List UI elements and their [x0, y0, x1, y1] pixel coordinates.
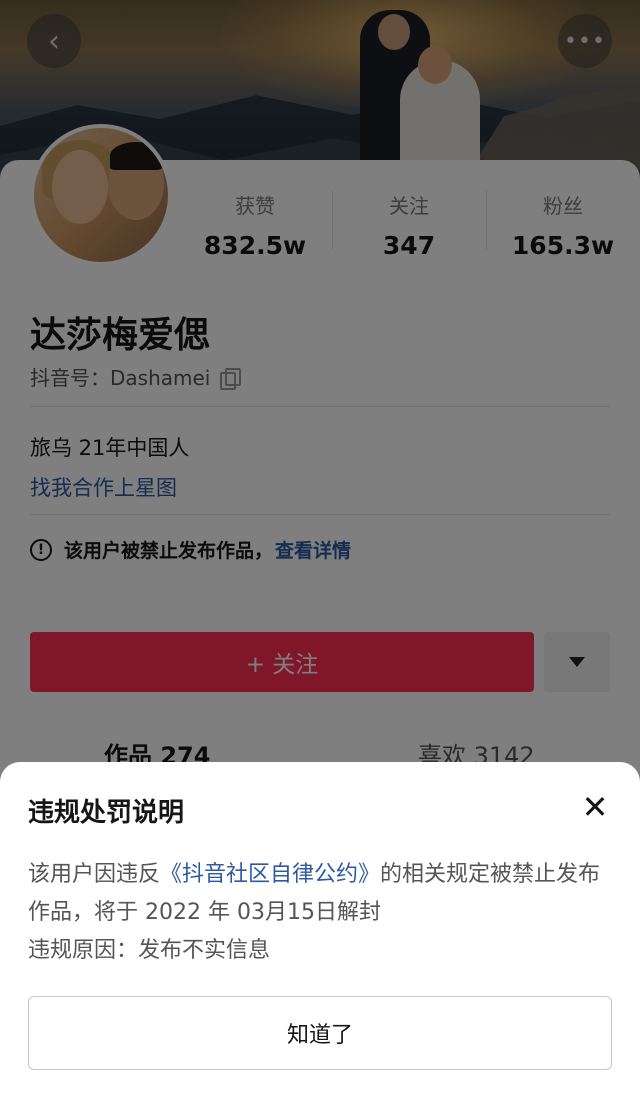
penalty-sheet: 违规处罚说明 ✕ 该用户因违反《抖音社区自律公约》的相关规定被禁止发布作品，将于…: [0, 762, 640, 1106]
sheet-body: 该用户因违反《抖音社区自律公约》的相关规定被禁止发布作品，将于 2022 年 0…: [28, 856, 618, 970]
violation-reason: 违规原因：发布不实信息: [28, 938, 271, 963]
acknowledge-button[interactable]: 知道了: [28, 996, 612, 1070]
sheet-title: 违规处罚说明: [28, 798, 185, 828]
close-icon[interactable]: ✕: [580, 791, 610, 823]
community-convention-link[interactable]: 《抖音社区自律公约》: [160, 862, 380, 887]
sheet-body-prefix: 该用户因违反: [28, 862, 161, 887]
